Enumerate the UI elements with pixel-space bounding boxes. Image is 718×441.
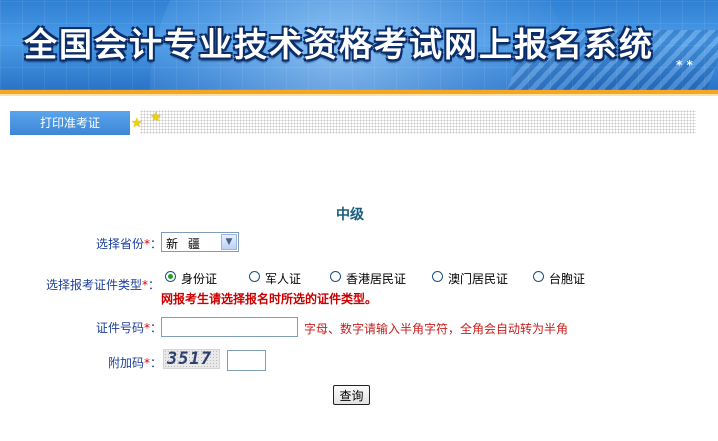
query-button[interactable]: 查询: [333, 385, 370, 405]
captcha-code: 3517: [167, 349, 212, 369]
id-number-label: 证件号码*：: [96, 321, 163, 335]
radio-button-icon[interactable]: [165, 271, 176, 282]
captcha-image: 3517: [163, 349, 220, 369]
radio-button-icon[interactable]: [330, 271, 341, 282]
radio-button-icon[interactable]: [533, 271, 544, 282]
tab-bar: 打印准考证: [0, 110, 718, 135]
star-icon: ★: [150, 110, 162, 125]
radio-label: 军人证: [265, 272, 302, 286]
id-number-hint: 字母、数字请输入半角字符，全角会自动转为半角: [304, 322, 569, 336]
province-selected-value: 新 疆: [166, 237, 203, 251]
id-number-input[interactable]: [161, 317, 298, 337]
radio-military-id[interactable]: 军人证: [249, 270, 319, 286]
captcha-input[interactable]: [227, 350, 266, 371]
province-select[interactable]: 新 疆 ▼: [161, 232, 239, 252]
chevron-down-icon[interactable]: ▼: [221, 234, 237, 250]
province-label: 选择省份*：: [96, 237, 163, 251]
banner-logo: * *: [676, 58, 693, 72]
radio-taiwan-id[interactable]: 台胞证: [533, 270, 603, 286]
radio-label: 香港居民证: [346, 272, 407, 286]
radio-label: 身份证: [181, 272, 218, 286]
exam-level-heading: 中级: [336, 207, 364, 223]
captcha-label: 附加码*：: [108, 356, 163, 370]
header-banner: 全国会计专业技术资格考试网上报名系统 * *: [0, 0, 718, 90]
light-divider: [0, 94, 718, 96]
tab-print-admission-ticket[interactable]: 打印准考证: [10, 111, 130, 135]
radio-button-icon[interactable]: [249, 271, 260, 282]
dotted-background: [140, 110, 696, 134]
id-type-warning: 网报考生请选择报名时所选的证件类型。: [161, 292, 378, 306]
star-icon: ★: [131, 116, 143, 131]
page-title: 全国会计专业技术资格考试网上报名系统: [24, 25, 654, 64]
radio-macau-id[interactable]: 澳门居民证: [432, 270, 522, 286]
id-type-label: 选择报考证件类型*：: [46, 278, 161, 292]
radio-id-card[interactable]: 身份证: [165, 270, 235, 286]
radio-hongkong-id[interactable]: 香港居民证: [330, 270, 420, 286]
radio-label: 台胞证: [549, 272, 586, 286]
radio-label: 澳门居民证: [448, 272, 509, 286]
radio-button-icon[interactable]: [432, 271, 443, 282]
